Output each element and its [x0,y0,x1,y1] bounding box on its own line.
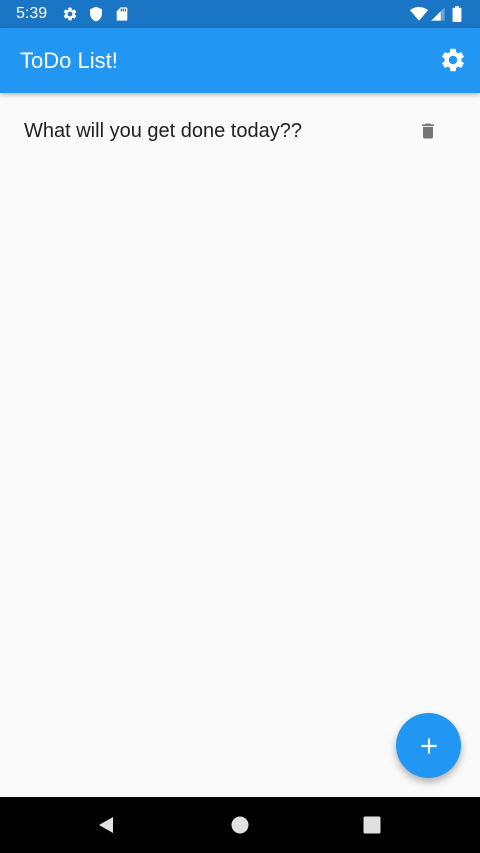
back-icon [99,817,113,833]
settings-status-icon [62,6,78,22]
todo-list: What will you get done today?? [0,93,480,169]
todo-text: What will you get done today?? [24,120,302,142]
status-time: 5:39 [16,5,48,22]
trash-icon [422,123,434,139]
sd-card-status-icon [114,6,130,22]
recents-button[interactable] [360,813,384,837]
plus-icon [420,737,437,754]
settings-button[interactable] [438,45,468,75]
home-icon [231,816,249,834]
recents-icon [363,816,381,834]
app-title: ToDo List! [20,48,118,73]
cell-signal-icon [430,6,446,22]
shield-status-icon [88,6,104,22]
home-button[interactable] [228,813,252,837]
battery-icon [452,6,462,22]
add-todo-button[interactable] [396,713,461,778]
gear-icon [442,48,464,72]
back-button[interactable] [94,813,118,837]
status-bar: 5:39 [0,0,480,28]
app-bar: ToDo List! [0,28,480,93]
screen: 5:39 ToDo List! What will you get done t… [0,0,480,853]
navigation-bar [0,797,480,853]
delete-button[interactable] [416,119,440,143]
wifi-icon [410,6,428,22]
list-item[interactable]: What will you get done today?? [0,93,480,169]
